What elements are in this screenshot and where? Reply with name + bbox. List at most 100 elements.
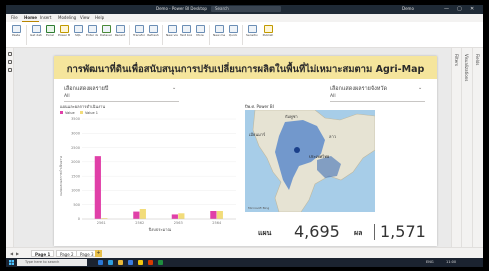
chevron-down-icon[interactable]: ⌄ [418,85,422,91]
chart-bars [82,156,236,220]
tab-insert[interactable]: Insert [38,15,53,21]
refresh-button[interactable]: Refresh [147,25,159,43]
taskbar-search-input[interactable]: Type here to search [17,259,87,266]
result-label: ผล [354,229,363,237]
sql-label: SQL [75,34,81,37]
page-tab-1[interactable]: Page 1 [31,250,55,257]
model-view-icon[interactable] [8,68,12,72]
filters-pane[interactable]: Filters [451,48,461,247]
legend-label-value-1: Value 1 [85,111,98,115]
dataverse-button[interactable]: Dataverse [100,25,112,43]
language-indicator[interactable]: ENG [426,260,434,265]
task-view-icon[interactable] [98,260,103,265]
recent-sources-button[interactable]: Recent [114,25,126,43]
sql-button[interactable]: SQL [72,25,84,43]
ribbon-divider [242,25,243,45]
transform-icon [134,25,144,33]
enter-data-button[interactable]: Enter data [86,25,98,43]
ribbon-divider [162,25,163,45]
menu-bar: File Home Insert Modeling View Help [6,14,483,22]
get-data-button[interactable]: Get data [30,25,42,43]
report-canvas-area: การพัฒนาที่ดินเพื่อสนับสนุนการปรับเปลี่ย… [14,48,451,247]
report-title: การพัฒนาที่ดินเพื่อสนับสนุนการปรับเปลี่ย… [66,64,425,75]
plan-label: แผน [258,229,272,237]
windows-start-icon[interactable] [9,260,14,265]
y-tick-label: 3000 [71,131,80,135]
close-button[interactable]: ✕ [470,6,474,12]
title-bar: Demo - Power BI Desktop Search Demo — ▢ … [6,5,483,14]
sensitivity-button[interactable]: Sensitivity [246,25,258,43]
next-page-icon[interactable]: ▶ [16,250,19,257]
bar-value-1-2564[interactable] [216,211,223,219]
bar-value-2562[interactable] [133,211,140,219]
office-icon[interactable] [148,260,153,265]
visualizations-pane[interactable]: Visualizations [461,48,472,247]
data-view-icon[interactable] [8,60,12,64]
store-icon[interactable] [128,260,133,265]
transform-button[interactable]: Transform [133,25,145,43]
chevron-down-icon[interactable]: ⌄ [172,85,176,91]
file-explorer-icon[interactable] [118,260,123,265]
prev-page-icon[interactable]: ◀ [10,250,13,257]
map-label: ลาว [329,134,336,139]
paste-button[interactable]: Paste [10,25,22,43]
clock[interactable]: 11:00 [446,260,456,265]
fields-pane-label: Fields [475,54,480,66]
chart-title: แผนและผลการดำเนินงาน [60,104,105,109]
map-graphic: กัมพูชา ลาว ประเทศไทย เมียนมาร์ Microsof… [248,110,375,212]
minimize-button[interactable]: — [444,6,449,12]
x-axis-title: ปีงบประมาณ [148,227,172,232]
bar-value-1-2562[interactable] [139,209,146,219]
province-slicer-dropdown[interactable]: All [330,93,425,102]
tab-help[interactable]: Help [93,15,106,21]
transform-label: Transform [133,34,145,37]
user-name[interactable]: Demo [402,6,414,11]
new-visual-button[interactable]: New visual [166,25,178,43]
database-icon [31,25,41,33]
year-slicer-label: เลือกแสดงผลรายปี [64,86,109,92]
map-visual[interactable]: กัมพูชา ลาว ประเทศไทย เมียนมาร์ Microsof… [245,110,375,212]
maximize-button[interactable]: ▢ [457,6,462,12]
bar-value-1-2563[interactable] [178,213,185,219]
more-visuals-button[interactable]: More [194,25,206,43]
excel-app-icon[interactable] [158,260,163,265]
bar-chart: แผนและผลการดำเนินงาน Value Value 1 แผนแล… [59,104,236,232]
search-input[interactable]: Search [211,6,281,12]
x-tick-label: 2561 [97,221,106,225]
recent-label: Recent [114,34,126,37]
powerbi-dataset-button[interactable]: Power BI [58,25,70,43]
filters-pane-label: Filters [454,54,459,66]
province-slicer-label: เลือกแสดงผลรายจังหวัด [330,86,388,92]
fields-pane[interactable]: Fields [472,48,483,247]
bar-value-2561[interactable] [94,156,101,219]
bar-value-2563[interactable] [171,214,178,219]
tab-modeling[interactable]: Modeling [56,15,78,21]
powerbi-icon[interactable] [138,260,143,265]
page-tab-2[interactable]: Page 2 [56,250,78,257]
plan-value: 4,695 [294,222,340,241]
report-view-icon[interactable] [8,52,12,56]
new-measure-button[interactable]: New measure [213,25,225,43]
text-box-button[interactable]: Text box [180,25,192,43]
ribbon: Paste Get data Excel Power BI SQL Enter … [6,22,483,48]
bar-value-2564[interactable] [210,211,217,219]
tab-home[interactable]: Home [22,15,39,22]
y-axis-title: แผนและผลการดำเนินงาน [59,156,63,196]
map-label: ประเทศไทย [309,154,329,159]
quick-measure-button[interactable]: Quick [227,25,239,43]
map-attribution: Microsoft Bing [248,206,269,210]
sensitivity-label: Sensitivity [246,34,258,37]
publish-button[interactable]: Publish [262,25,274,43]
report-page: การพัฒนาที่ดินเพื่อสนับสนุนการปรับเปลี่ย… [54,56,437,246]
tab-view[interactable]: View [78,15,92,21]
table-icon [87,25,97,33]
dataverse-label: Dataverse [100,34,112,37]
edge-icon[interactable] [108,260,113,265]
y-tick-label: 2000 [71,160,80,164]
y-tick-label: 0 [78,217,80,221]
add-page-button[interactable]: + [95,250,102,257]
legend-label-value: Value [65,111,75,115]
tab-file[interactable]: File [9,15,20,21]
excel-button[interactable]: Excel [44,25,56,43]
excel-label: Excel [46,34,54,37]
